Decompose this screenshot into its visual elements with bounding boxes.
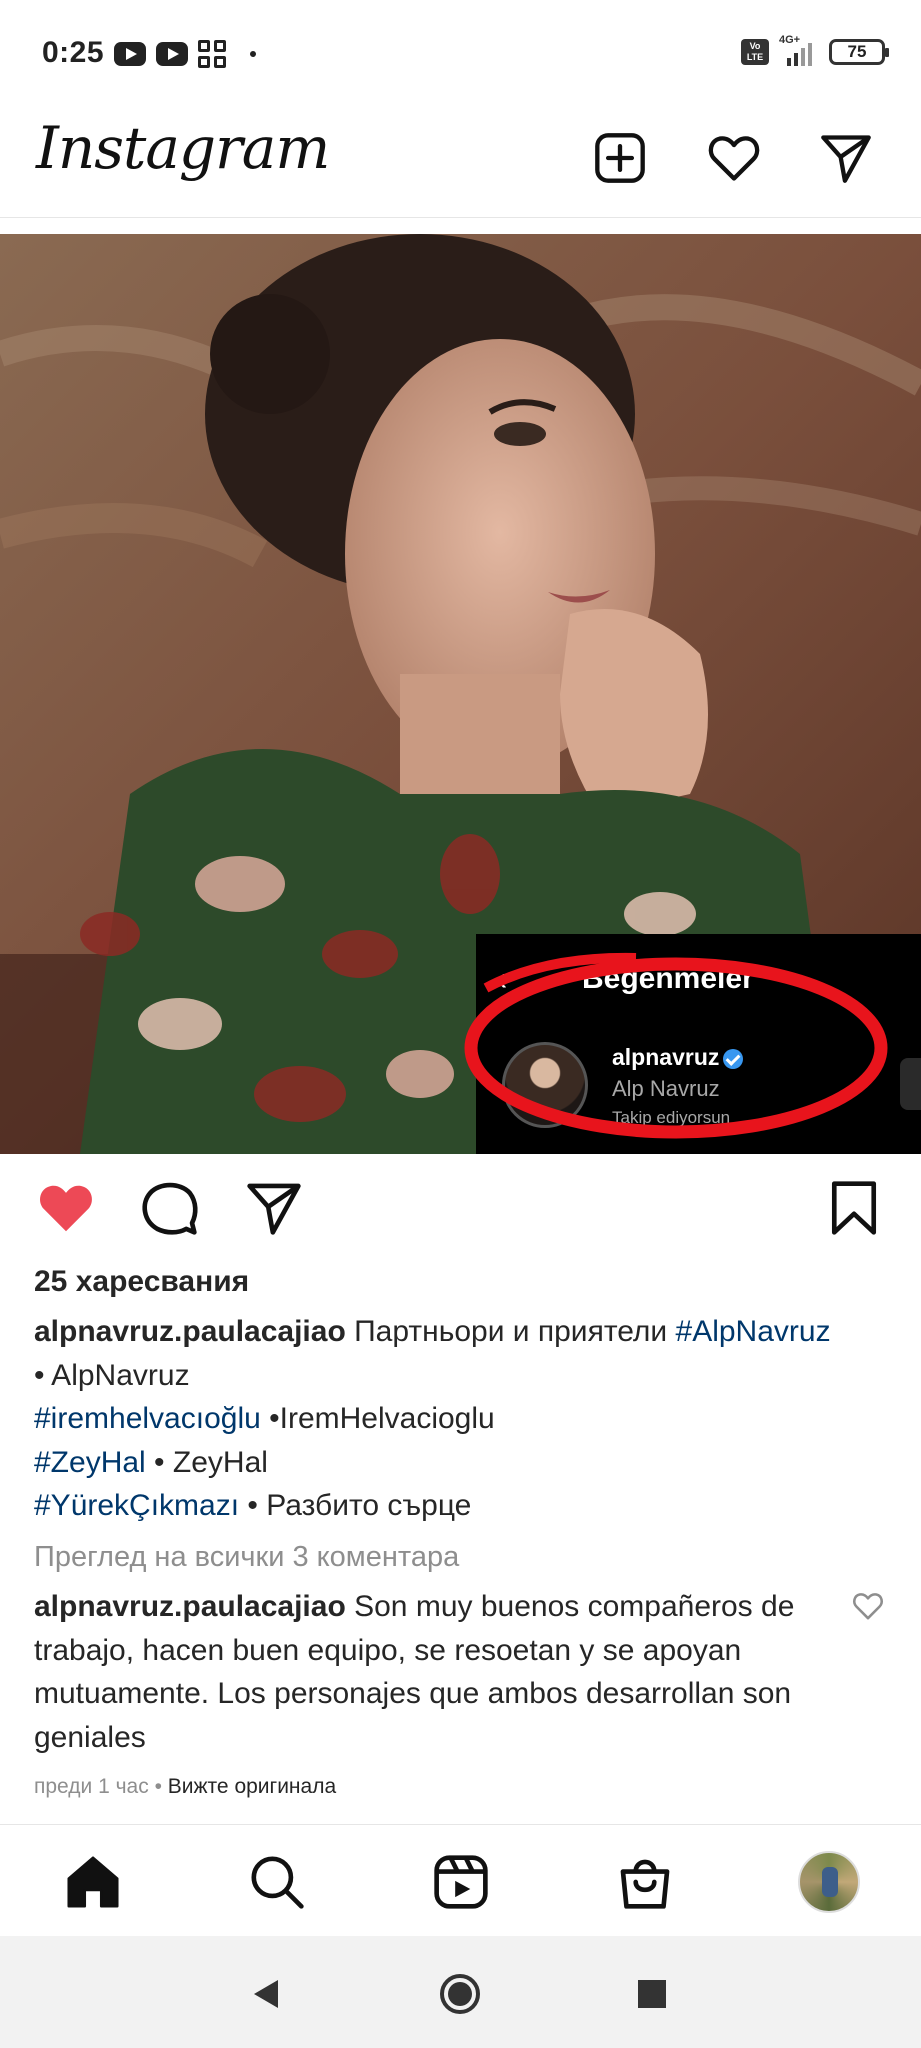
app-grid-icon bbox=[198, 40, 226, 68]
share-button[interactable] bbox=[242, 1176, 306, 1240]
shop-icon bbox=[620, 1859, 670, 1909]
caption-text: • Разбито сърце bbox=[239, 1489, 472, 1522]
app-header: Instagram bbox=[0, 110, 921, 218]
caption-text: • ZeyHal bbox=[145, 1445, 268, 1479]
comment-username[interactable]: alpnavruz.paulacajiao bbox=[34, 1590, 346, 1623]
direct-message-icon bbox=[821, 135, 871, 183]
overlay-side-button bbox=[900, 1058, 921, 1110]
comment: alpnavruz.paulacajiao Son muy buenos com… bbox=[34, 1585, 814, 1759]
comment-like-icon[interactable] bbox=[852, 1590, 884, 1622]
reels-icon bbox=[434, 1855, 488, 1909]
back-triangle-icon bbox=[254, 1980, 278, 2008]
send-icon bbox=[247, 1183, 301, 1235]
overlay-username: alpnavruz bbox=[612, 1044, 744, 1071]
search-icon bbox=[251, 1856, 304, 1909]
view-all-comments-link[interactable]: Преглед на всички 3 коментара bbox=[34, 1541, 459, 1574]
heart-filled-icon bbox=[40, 1185, 92, 1232]
bookmark-icon bbox=[831, 1181, 877, 1235]
new-post-button[interactable] bbox=[588, 126, 652, 190]
status-icons-left bbox=[114, 40, 256, 68]
recents-square-icon bbox=[638, 1980, 666, 2008]
new-post-icon bbox=[595, 133, 645, 183]
caption-text: • AlpNavruz bbox=[34, 1358, 190, 1392]
comment-button[interactable] bbox=[138, 1176, 202, 1240]
direct-message-button[interactable] bbox=[814, 126, 878, 190]
likes-count[interactable]: 25 харесвания bbox=[34, 1265, 249, 1299]
verified-icon bbox=[723, 1048, 744, 1069]
home-icon bbox=[67, 1856, 119, 1908]
post-time: преди 1 час bbox=[34, 1775, 149, 1798]
overlay-full-name: Alp Navruz bbox=[612, 1076, 720, 1101]
bottom-nav bbox=[0, 1824, 921, 1936]
see-original-link[interactable]: Вижте оригинала bbox=[168, 1775, 336, 1798]
hashtag-link[interactable]: #YürekÇıkmazı bbox=[34, 1489, 239, 1522]
caption-username[interactable]: alpnavruz.paulacajiao bbox=[34, 1315, 346, 1348]
battery-icon: 75 bbox=[829, 39, 889, 65]
activity-button[interactable] bbox=[702, 126, 766, 190]
youtube-icon bbox=[114, 42, 146, 66]
caption-text: •IremHelvacioglu bbox=[260, 1402, 495, 1435]
volte-icon: Vo LTE bbox=[741, 39, 769, 65]
youtube-icon bbox=[156, 42, 188, 66]
overlay-avatar bbox=[502, 1042, 588, 1128]
hashtag-link[interactable]: #ZeyHal bbox=[34, 1446, 146, 1479]
like-button[interactable] bbox=[34, 1176, 98, 1240]
caption-text: Партньори и приятели bbox=[345, 1315, 676, 1348]
meta-separator: • bbox=[148, 1775, 168, 1798]
status-bar: 0:25 Vo LTE 4G+ 75 bbox=[0, 0, 921, 110]
system-recents-button[interactable] bbox=[630, 1972, 674, 2016]
hashtag-link[interactable]: #iremhelvacıoğlu bbox=[34, 1402, 261, 1435]
notification-dot bbox=[250, 51, 256, 57]
instagram-logo[interactable]: Instagram bbox=[36, 114, 330, 182]
overlay-username-text: alpnavruz bbox=[612, 1044, 720, 1070]
nav-home[interactable] bbox=[62, 1851, 124, 1913]
home-circle-icon bbox=[440, 1974, 480, 2014]
back-arrow-icon: ‹ bbox=[496, 960, 508, 998]
nav-profile-avatar[interactable] bbox=[798, 1851, 860, 1913]
system-home-button[interactable] bbox=[438, 1972, 482, 2016]
status-icons-right: Vo LTE 4G+ 75 bbox=[741, 34, 889, 66]
heart-icon bbox=[708, 136, 760, 181]
status-time: 0:25 bbox=[42, 36, 105, 69]
network-type: 4G+ bbox=[779, 34, 801, 46]
signal-icon: 4G+ bbox=[779, 34, 819, 66]
overlay-follow-status: Takip ediyorsun bbox=[612, 1108, 731, 1127]
nav-search[interactable] bbox=[246, 1851, 308, 1913]
system-nav-bar bbox=[0, 1936, 921, 2048]
post-action-bar bbox=[0, 1170, 921, 1250]
system-back-button[interactable] bbox=[244, 1972, 288, 2016]
hashtag-link[interactable]: #AlpNavruz bbox=[676, 1315, 831, 1348]
post-meta: преди 1 час • Вижте оригинала bbox=[34, 1775, 336, 1799]
comment-icon bbox=[142, 1182, 198, 1235]
likes-overlay-title: Beğenmeler bbox=[582, 962, 754, 995]
nav-shop[interactable] bbox=[614, 1851, 676, 1913]
post-caption: alpnavruz.paulacajiao Партньори и прияте… bbox=[34, 1310, 894, 1528]
save-button[interactable] bbox=[822, 1176, 886, 1240]
nav-reels[interactable] bbox=[430, 1851, 492, 1913]
